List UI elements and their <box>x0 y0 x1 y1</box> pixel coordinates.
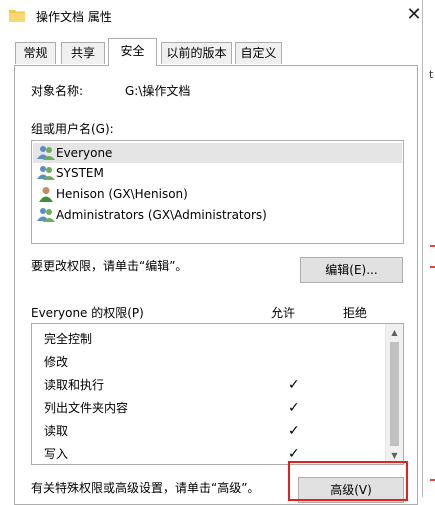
allow-check-icon: ✓ <box>288 400 300 416</box>
tab-previous-versions[interactable]: 以前的版本 <box>161 42 232 64</box>
background-text: t <box>429 68 434 81</box>
highlight-annotation <box>288 461 408 501</box>
permission-row-read-execute: 读取和执行 ✓ <box>44 374 384 396</box>
permission-label: 写入 <box>44 447 69 461</box>
allow-check-icon: ✓ <box>288 423 300 439</box>
user-icon <box>39 187 53 202</box>
groups-listbox[interactable]: Everyone SYSTEM Henison (GX\Henison) Adm… <box>31 140 404 244</box>
permission-row-modify: 修改 <box>44 351 384 373</box>
permission-label: 读取和执行 <box>44 378 105 392</box>
group-users-icon <box>37 146 55 160</box>
permission-label: 读取 <box>44 424 69 438</box>
deny-column-header: 拒绝 <box>343 306 368 320</box>
tab-security[interactable]: 安全 <box>108 38 157 66</box>
object-name-label: 对象名称: <box>31 84 84 98</box>
list-item-label: SYSTEM <box>56 166 104 180</box>
tab-general[interactable]: 常规 <box>15 42 56 64</box>
list-item-everyone[interactable]: Everyone <box>33 143 402 163</box>
permissions-scrollbar[interactable]: ▲ ▼ <box>385 324 403 464</box>
list-item-system[interactable]: SYSTEM <box>33 163 402 183</box>
advanced-hint: 有关特殊权限或高级设置，请单击“高级”。 <box>31 481 260 495</box>
list-item-label: Henison (GX\Henison) <box>56 187 188 201</box>
permission-label: 列出文件夹内容 <box>44 401 129 415</box>
permission-row-list-folder: 列出文件夹内容 ✓ <box>44 397 384 419</box>
window-title: 操作文档 属性 <box>36 10 112 24</box>
permission-row-full-control: 完全控制 <box>44 328 384 350</box>
background-red-mark <box>430 479 435 481</box>
background-red-mark <box>430 266 435 268</box>
edit-button[interactable]: 编辑(E)... <box>300 257 403 283</box>
scrollbar-thumb[interactable] <box>390 342 399 446</box>
allow-check-icon: ✓ <box>288 377 300 393</box>
list-item-henison[interactable]: Henison (GX\Henison) <box>33 184 402 204</box>
folder-icon <box>9 10 25 22</box>
background-red-mark <box>430 245 435 247</box>
allow-column-header: 允许 <box>271 306 296 320</box>
permission-row-read: 读取 ✓ <box>44 420 384 442</box>
permission-label: 完全控制 <box>44 332 93 346</box>
object-name-value: G:\操作文档 <box>125 84 191 98</box>
tab-sharing[interactable]: 共享 <box>61 42 105 64</box>
groups-label: 组或用户名(G): <box>31 122 114 136</box>
permissions-title: Everyone 的权限(P) <box>31 306 144 320</box>
group-users-icon <box>37 208 55 222</box>
tab-customize[interactable]: 自定义 <box>235 42 282 64</box>
background-window-strip: t <box>422 0 435 497</box>
group-users-icon <box>37 166 55 180</box>
scroll-up-arrow-icon[interactable]: ▲ <box>386 324 403 341</box>
list-item-label: Administrators (GX\Administrators) <box>56 208 267 222</box>
title-bar: 操作文档 属性 ✕ <box>0 0 422 32</box>
edit-hint: 要更改权限，请单击“编辑”。 <box>31 259 188 273</box>
permission-label: 修改 <box>44 355 69 369</box>
permissions-listbox: 完全控制 修改 读取和执行 ✓ 列出文件夹内容 ✓ 读取 ✓ 写入 ✓ ▲ ▼ <box>31 323 404 465</box>
list-item-label: Everyone <box>56 146 113 160</box>
list-item-administrators[interactable]: Administrators (GX\Administrators) <box>33 205 402 225</box>
